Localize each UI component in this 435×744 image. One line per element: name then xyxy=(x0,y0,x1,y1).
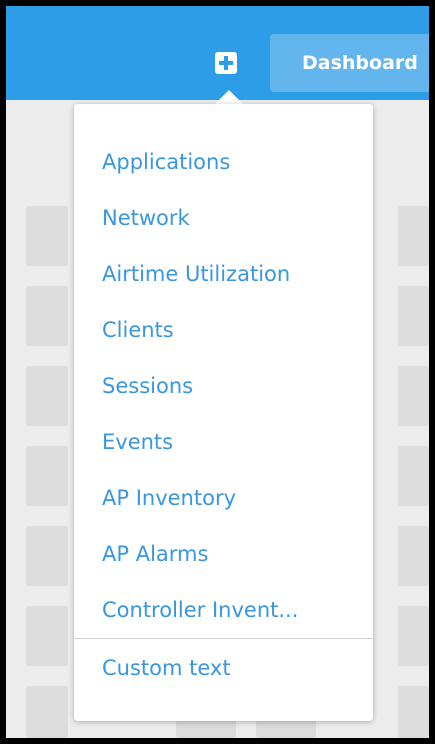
placeholder-tile xyxy=(398,286,429,346)
placeholder-tile xyxy=(398,446,429,506)
placeholder-tile xyxy=(398,686,429,738)
placeholder-tile xyxy=(256,720,316,738)
dropdown-pointer xyxy=(215,90,243,104)
plus-square-icon xyxy=(215,52,237,74)
add-widget-menu: Applications Network Airtime Utilization… xyxy=(74,104,373,721)
menu-item-events[interactable]: Events xyxy=(102,428,173,456)
menu-item-clients[interactable]: Clients xyxy=(102,316,174,344)
menu-item-custom-text[interactable]: Custom text xyxy=(102,654,231,682)
placeholder-tile xyxy=(26,206,68,266)
add-widget-button[interactable] xyxy=(209,46,243,80)
placeholder-tile xyxy=(176,720,236,738)
menu-item-applications[interactable]: Applications xyxy=(102,148,230,176)
placeholder-tile xyxy=(26,606,68,666)
placeholder-tile xyxy=(26,446,68,506)
placeholder-tile xyxy=(26,526,68,586)
menu-divider xyxy=(74,638,373,639)
placeholder-tile xyxy=(26,686,68,738)
placeholder-tile xyxy=(26,286,68,346)
top-bar: Dashboard xyxy=(6,6,429,100)
menu-item-network[interactable]: Network xyxy=(102,204,190,232)
placeholder-tile xyxy=(398,366,429,426)
app-frame: Dashboard Applications Network Airtime U… xyxy=(6,6,429,738)
menu-item-airtime-utilization[interactable]: Airtime Utilization xyxy=(102,260,290,288)
placeholder-tile xyxy=(26,366,68,426)
placeholder-tile xyxy=(398,606,429,666)
dashboard-button[interactable]: Dashboard xyxy=(270,34,429,92)
menu-item-sessions[interactable]: Sessions xyxy=(102,372,193,400)
menu-item-ap-alarms[interactable]: AP Alarms xyxy=(102,540,208,568)
menu-item-ap-inventory[interactable]: AP Inventory xyxy=(102,484,236,512)
menu-item-controller-inventory[interactable]: Controller Invent... xyxy=(102,596,298,624)
placeholder-tile xyxy=(398,206,429,266)
placeholder-tile xyxy=(398,526,429,586)
